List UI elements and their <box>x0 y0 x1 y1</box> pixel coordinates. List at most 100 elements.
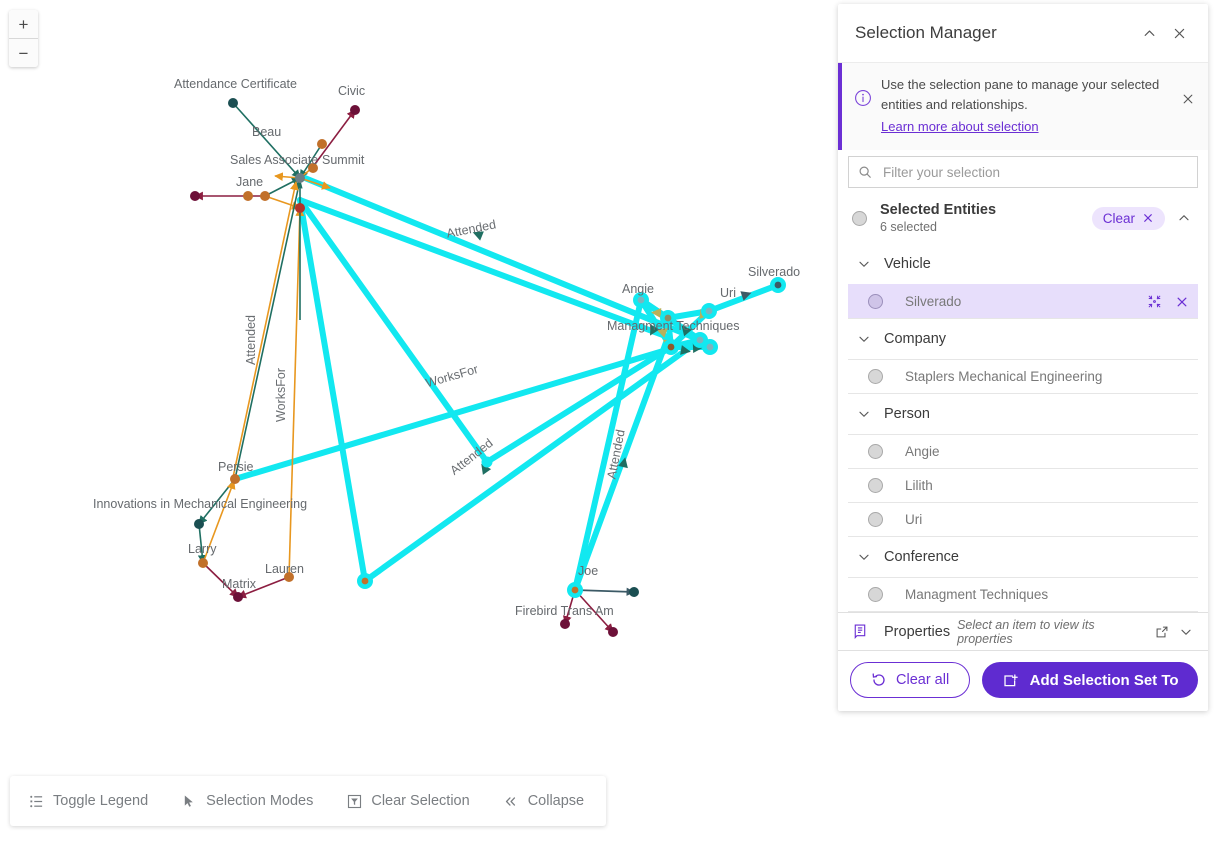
zoom-controls[interactable]: + − <box>9 10 38 67</box>
callout-body: Use the selection pane to manage your se… <box>881 75 1178 137</box>
toggle-legend-label: Toggle Legend <box>53 793 149 809</box>
graph-node[interactable] <box>228 98 238 108</box>
entity-row[interactable]: Angie <box>848 434 1198 468</box>
entity-row[interactable]: Silverado <box>848 284 1198 320</box>
highlighted-edges <box>232 173 781 593</box>
callout-message: Use the selection pane to manage your se… <box>881 77 1160 113</box>
zoom-in-button[interactable]: + <box>9 10 38 39</box>
selected-entities-count: 6 selected <box>880 220 937 235</box>
clear-all-button[interactable]: Clear all <box>850 662 971 699</box>
minus-icon: − <box>18 43 29 63</box>
group-header-vehicle[interactable]: Vehicle <box>848 244 1198 284</box>
selection-modes-button[interactable]: Selection Modes <box>181 793 313 809</box>
close-icon <box>1183 94 1193 104</box>
group-name: Conference <box>884 549 959 566</box>
legend-list-icon <box>28 793 44 809</box>
graph-node[interactable] <box>198 558 208 568</box>
entity-row[interactable]: Managment Techniques <box>848 577 1198 613</box>
graph-node[interactable] <box>194 519 204 529</box>
graph-node-label: Larry <box>188 542 217 556</box>
selected-entities-collapse-button[interactable] <box>1172 206 1196 230</box>
entity-radio[interactable] <box>868 369 883 385</box>
undo-circle-icon <box>872 673 885 687</box>
chevron-up-icon <box>1179 215 1189 221</box>
panel-close-button[interactable] <box>1164 18 1194 48</box>
graph-node-label: Uri <box>720 286 736 300</box>
entity-row[interactable]: Uri <box>848 502 1198 538</box>
filter-box[interactable] <box>848 156 1198 189</box>
graph-nodes[interactable] <box>190 98 786 637</box>
graph-node-label: Summit <box>322 153 365 167</box>
graph-canvas[interactable]: Attendance Certificate Civic Beau Sales Ass… <box>0 0 838 849</box>
clear-all-label: Clear all <box>896 672 950 689</box>
entity-radio[interactable] <box>868 512 883 528</box>
group-header-company[interactable]: Company <box>848 319 1198 359</box>
entity-name: Silverado <box>905 294 962 310</box>
panel-collapse-button[interactable] <box>1134 18 1164 48</box>
double-chevron-left-icon <box>503 793 519 809</box>
chevron-up-icon <box>1144 29 1154 36</box>
graph-node-label: Firebird Trans Am <box>515 604 614 618</box>
clear-selection-label: Clear Selection <box>371 793 470 809</box>
selection-groups-list[interactable]: Vehicle Silverado Company Staplers Mechanic… <box>838 244 1208 613</box>
entity-name: Lilith <box>905 478 933 494</box>
graph-node-label: Managment Techniques <box>607 319 740 333</box>
chevron-down-icon <box>859 412 869 418</box>
selected-entities-radio[interactable] <box>852 210 867 226</box>
graph-node-label: Beau <box>252 125 281 139</box>
info-callout: Use the selection pane to manage your se… <box>838 63 1208 151</box>
graph-node[interactable] <box>260 191 270 201</box>
graph-edge-label: WorksFor <box>274 368 288 422</box>
callout-close-button[interactable] <box>1178 89 1198 109</box>
filter-input[interactable] <box>881 163 1189 181</box>
graph-node[interactable] <box>295 203 305 213</box>
search-icon <box>857 164 873 180</box>
graph-node[interactable] <box>560 619 570 629</box>
properties-popout-button[interactable] <box>1150 620 1174 644</box>
clear-chip-label: Clear <box>1102 210 1135 226</box>
properties-bar[interactable]: Properties Select an item to view its pr… <box>838 612 1208 652</box>
zoom-to-entity-button[interactable] <box>1142 290 1166 314</box>
entity-row[interactable]: Lilith <box>848 468 1198 502</box>
zoom-to-icon <box>1148 296 1160 308</box>
remove-entity-button[interactable] <box>1170 290 1194 314</box>
graph-edge-label: Attended <box>445 217 497 240</box>
info-icon <box>854 89 872 107</box>
graph-bottom-toolbar[interactable]: Toggle Legend Selection Modes Clear Sele… <box>10 776 607 826</box>
clear-selection-chip[interactable]: Clear <box>1091 206 1165 230</box>
entity-row[interactable]: Staplers Mechanical Engineering <box>848 359 1198 395</box>
graph-node[interactable] <box>190 191 200 201</box>
group-header-conference[interactable]: Conference <box>848 537 1198 577</box>
add-selection-set-to-button[interactable]: Add Selection Set To <box>982 662 1198 699</box>
link-chart-graph[interactable]: Attendance Certificate Civic Beau Sales Ass… <box>0 0 838 849</box>
entity-radio[interactable] <box>868 478 883 494</box>
graph-node[interactable] <box>233 592 243 602</box>
graph-node[interactable] <box>295 173 305 183</box>
collapse-toolbar-button[interactable]: Collapse <box>503 793 584 809</box>
graph-node[interactable] <box>608 627 618 637</box>
entity-name: Angie <box>905 444 940 460</box>
graph-node[interactable] <box>317 139 327 149</box>
properties-title: Properties <box>884 623 951 640</box>
close-icon <box>1144 214 1152 223</box>
chevron-down-icon <box>859 555 869 561</box>
chevron-down-icon <box>859 262 869 268</box>
zoom-out-button[interactable]: − <box>9 39 38 67</box>
learn-more-link[interactable]: Learn more about selection <box>881 117 1039 137</box>
clear-selection-button[interactable]: Clear Selection <box>346 793 470 809</box>
graph-node-label: Lauren <box>265 562 304 576</box>
properties-hint: Select an item to view its properties <box>957 617 1095 646</box>
entity-radio[interactable] <box>868 444 883 460</box>
entity-radio[interactable] <box>868 587 883 603</box>
graph-node[interactable] <box>350 105 360 115</box>
close-icon <box>1177 297 1187 307</box>
graph-node[interactable] <box>230 474 240 484</box>
group-header-person[interactable]: Person <box>848 394 1198 434</box>
entity-radio[interactable] <box>868 294 883 310</box>
toggle-legend-button[interactable]: Toggle Legend <box>28 793 148 809</box>
cursor-arrow-icon <box>181 793 197 809</box>
graph-node[interactable] <box>629 587 639 597</box>
selection-manager-header: Selection Manager <box>838 4 1208 63</box>
properties-collapse-button[interactable] <box>1174 620 1198 644</box>
graph-node[interactable] <box>243 191 253 201</box>
